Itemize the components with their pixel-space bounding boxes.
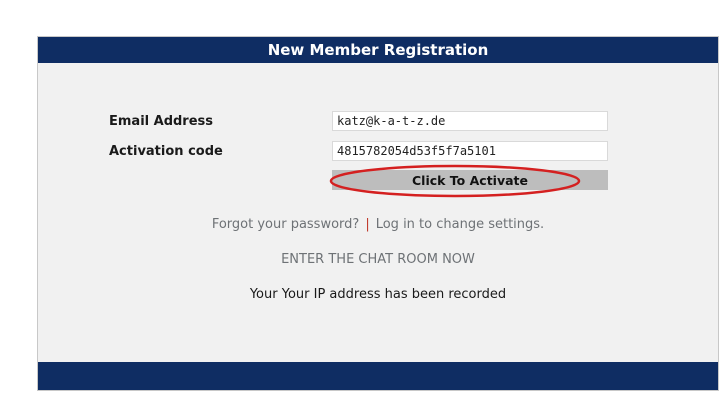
email-field[interactable] [332,111,608,131]
account-links: Forgot your password? | Log in to change s… [38,217,718,232]
login-settings-link[interactable]: Log in to change settings. [376,217,544,232]
panel-footer [38,362,718,390]
link-separator: | [365,217,370,232]
enter-chat-room-link[interactable]: ENTER THE CHAT ROOM NOW [38,252,718,267]
activation-code-label: Activation code [109,144,223,159]
registration-panel: New Member Registration Email Address Ac… [37,36,719,391]
panel-header: New Member Registration [38,37,718,63]
forgot-password-link[interactable]: Forgot your password? [212,217,360,232]
activation-code-field[interactable] [332,141,608,161]
panel-title: New Member Registration [267,41,489,59]
activate-button[interactable]: Click To Activate [332,170,608,190]
email-label: Email Address [109,114,214,129]
ip-recorded-notice: Your Your IP address has been recorded [249,287,507,302]
